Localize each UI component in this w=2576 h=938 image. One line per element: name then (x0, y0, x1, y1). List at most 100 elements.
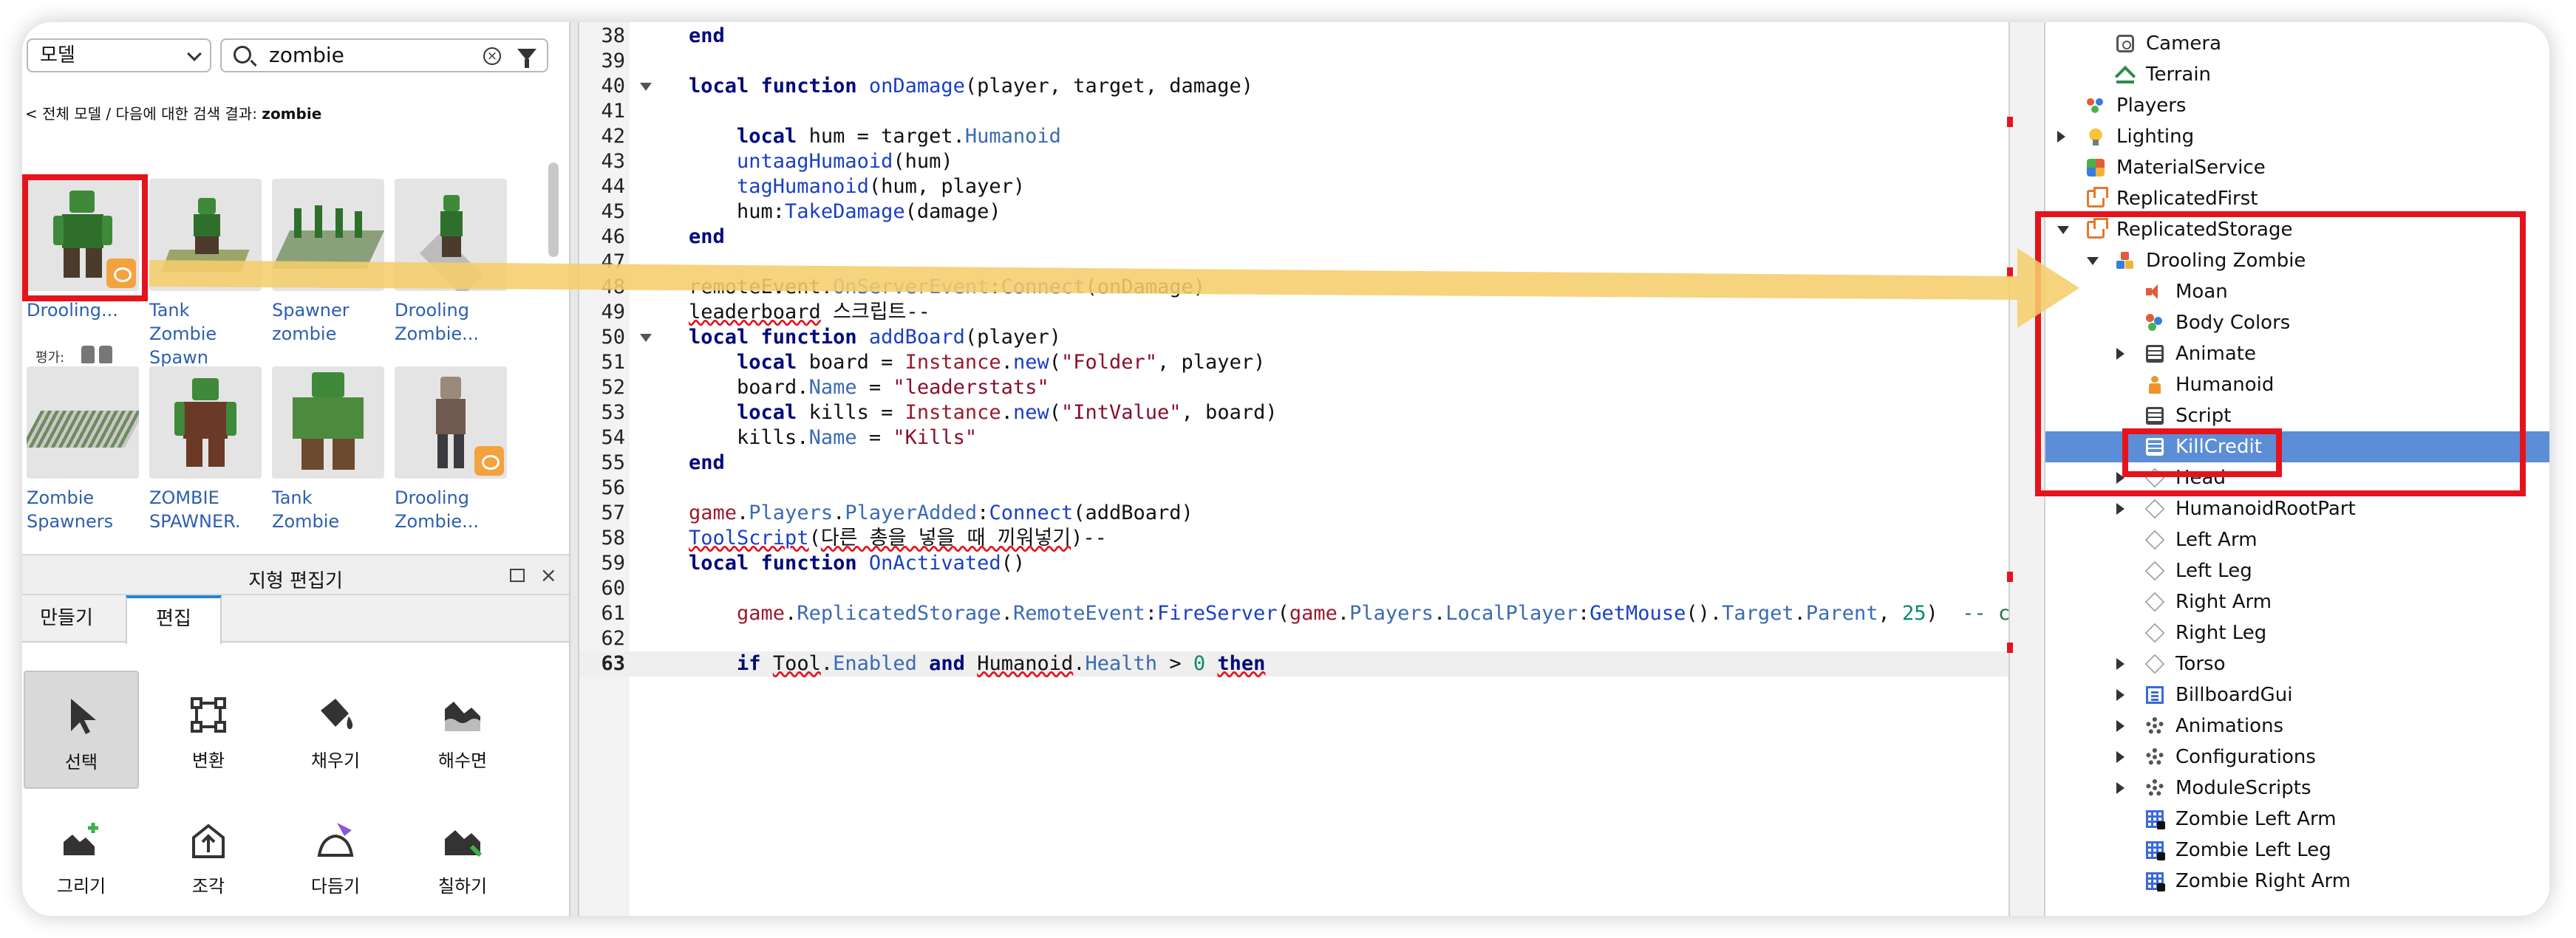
toolbox-item-drooling-zombie-3[interactable]: Drooling Zombie... (395, 366, 507, 533)
code-text[interactable]: end (689, 225, 725, 250)
code-line[interactable]: 54 kills.Name = "Kills" (579, 425, 2044, 451)
item-name[interactable]: Zombie Spawners (27, 486, 139, 533)
item-thumbnail[interactable] (395, 179, 507, 291)
code-text[interactable]: game.ReplicatedStorage.RemoteEvent:FireS… (689, 601, 2010, 626)
explorer-item-animations[interactable]: Animations (2045, 711, 2549, 742)
expand-arrow-right-icon[interactable] (2116, 720, 2124, 732)
explorer-item-right-arm[interactable]: Right Arm (2045, 586, 2549, 617)
explorer-item-modulescripts[interactable]: ModuleScripts (2045, 773, 2549, 804)
tool-smooth[interactable]: 다듬기 (278, 796, 393, 914)
code-text[interactable]: ToolScript(다른 총을 넣을 때 끼워넣기)-- (689, 526, 1107, 551)
toolbox-search-input[interactable]: zombie × (220, 38, 548, 72)
code-line[interactable]: 44 tagHumanoid(hum, player) (579, 174, 2044, 199)
tool-fill[interactable]: 채우기 (278, 671, 393, 789)
code-line[interactable]: 42 local hum = target.Humanoid (579, 124, 2044, 149)
close-icon[interactable]: × (540, 563, 557, 587)
code-text[interactable]: local function addBoard(player) (689, 325, 1061, 350)
fold-toggle-icon[interactable] (640, 83, 652, 91)
code-line[interactable]: 48 remoteEvent.OnServerEvent:Connect(onDa… (579, 275, 2044, 300)
code-line[interactable]: 51 local board = Instance.new("Folder", … (579, 350, 2044, 375)
code-line[interactable]: 62 (579, 626, 2044, 651)
explorer-item-camera[interactable]: Camera (2045, 28, 2549, 59)
code-text[interactable]: game.Players.PlayerAdded:Connect(addBoar… (689, 501, 1193, 526)
code-line[interactable]: 50 local function addBoard(player) (579, 325, 2044, 350)
code-text[interactable]: if Tool.Enabled and Humanoid.Health > 0 … (689, 651, 1265, 677)
clear-search-icon[interactable]: × (483, 47, 501, 65)
expand-arrow-right-icon[interactable] (2116, 658, 2124, 670)
code-line[interactable]: 58 ToolScript(다른 총을 넣을 때 끼워넣기)-- (579, 526, 2044, 551)
expand-arrow-right-icon[interactable] (2116, 689, 2124, 701)
explorer-item-configurations[interactable]: Configurations (2045, 742, 2549, 773)
code-line[interactable]: 53 local kills = Instance.new("IntValue"… (579, 400, 2044, 425)
code-line[interactable]: 46 end (579, 225, 2044, 250)
tab-edit[interactable]: 편집 (126, 595, 222, 644)
item-thumbnail[interactable] (27, 366, 139, 479)
code-line[interactable]: 60 (579, 576, 2044, 601)
expand-arrow-right-icon[interactable] (2116, 503, 2124, 515)
filter-icon[interactable] (517, 49, 536, 68)
expand-arrow-right-icon[interactable] (2116, 782, 2124, 794)
toolbox-item-drooling-zombie-2[interactable]: Drooling Zombie... (395, 179, 507, 346)
item-thumbnail[interactable] (149, 179, 262, 291)
toolbox-item-tank-zombie-spawn[interactable]: Tank Zombie Spawn (149, 179, 262, 369)
explorer-item-zombie-right-arm[interactable]: Zombie Right Arm (2045, 866, 2549, 897)
category-dropdown[interactable]: 모델 (27, 38, 211, 72)
explorer-item-zombie-left-arm[interactable]: Zombie Left Arm (2045, 804, 2549, 835)
code-lines[interactable]: 38 end 39 40 local function onDamage(player,… (579, 24, 2044, 677)
code-line[interactable]: 47 (579, 250, 2044, 275)
code-line[interactable]: 57 game.Players.PlayerAdded:Connect(addBo… (579, 501, 2044, 526)
item-name[interactable]: Tank Zombie Spawn (149, 298, 262, 369)
code-text[interactable]: kills.Name = "Kills" (689, 425, 977, 451)
thumbs-down-icon[interactable] (99, 346, 112, 363)
code-text[interactable]: end (689, 451, 725, 476)
explorer-item-replicatedfirst[interactable]: ReplicatedFirst (2045, 183, 2549, 214)
code-line[interactable]: 39 (579, 49, 2044, 74)
panel-splitter[interactable] (569, 22, 579, 916)
breadcrumb-prefix[interactable]: < 전체 모델 / 다음에 대한 검색 결과: (25, 105, 262, 123)
code-line[interactable]: 41 (579, 99, 2044, 124)
code-text[interactable]: local kills = Instance.new("IntValue", b… (689, 400, 1278, 425)
explorer-item-billboardgui[interactable]: BillboardGui (2045, 679, 2549, 711)
expand-arrow-right-icon[interactable] (2057, 131, 2065, 143)
explorer-item-players[interactable]: Players (2045, 90, 2549, 121)
toolbox-item-tank-zombie[interactable]: Tank Zombie (272, 366, 384, 533)
code-line[interactable]: 43 untaagHumaoid(hum) (579, 149, 2044, 174)
toolbox-item-zombie-spawner-caps[interactable]: ZOMBIE SPAWNER. (149, 366, 262, 533)
code-text[interactable]: remoteEvent.OnServerEvent:Connect(onDama… (689, 275, 1205, 300)
code-line[interactable]: 40 local function onDamage(player, target… (579, 74, 2044, 99)
toolbox-item-zombie-spawners[interactable]: Zombie Spawners (27, 366, 139, 533)
explorer-item-zombie-left-leg[interactable]: Zombie Left Leg (2045, 835, 2549, 866)
code-line[interactable]: 56 (579, 476, 2044, 501)
code-text[interactable]: local hum = target.Humanoid (689, 124, 1061, 149)
rating-thumbs[interactable] (81, 346, 120, 365)
code-line[interactable]: 49 leaderboard 스크립트-- (579, 300, 2044, 325)
explorer-item-left-arm[interactable]: Left Arm (2045, 524, 2549, 555)
expand-arrow-right-icon[interactable] (2116, 751, 2124, 763)
explorer-item-torso[interactable]: Torso (2045, 648, 2549, 679)
item-thumbnail[interactable] (149, 366, 262, 479)
code-line[interactable]: 59 local function OnActivated() (579, 551, 2044, 576)
item-name[interactable]: Drooling... (27, 298, 139, 322)
item-thumbnail[interactable] (272, 179, 384, 291)
code-text[interactable]: local function OnActivated() (689, 551, 1025, 576)
code-text[interactable]: local function onDamage(player, target, … (689, 74, 1253, 99)
item-name[interactable]: Drooling Zombie... (395, 486, 507, 533)
fold-toggle-icon[interactable] (640, 334, 652, 342)
item-name[interactable]: Tank Zombie (272, 486, 384, 533)
tab-create[interactable]: 만들기 (22, 595, 111, 643)
explorer-item-left-leg[interactable]: Left Leg (2045, 555, 2549, 586)
thumbs-up-icon[interactable] (81, 346, 95, 363)
script-editor[interactable]: 38 end 39 40 local function onDamage(player,… (579, 22, 2044, 916)
tool-sculpt[interactable]: 조각 (151, 796, 266, 914)
code-text[interactable]: leaderboard 스크립트-- (689, 300, 930, 325)
code-text[interactable]: tagHumanoid(hum, player) (689, 174, 1025, 199)
tool-draw[interactable]: 그리기 (24, 796, 139, 914)
code-text[interactable]: hum:TakeDamage(damage) (689, 199, 1001, 225)
tool-select[interactable]: 선택 (24, 671, 139, 789)
tool-paint[interactable]: 칠하기 (405, 796, 520, 914)
explorer-item-materialservice[interactable]: MaterialService (2045, 152, 2549, 183)
code-line[interactable]: 45 hum:TakeDamage(damage) (579, 199, 2044, 225)
item-name[interactable]: Drooling Zombie... (395, 298, 507, 346)
explorer-item-lighting[interactable]: Lighting (2045, 121, 2549, 152)
code-text[interactable]: untaagHumaoid(hum) (689, 149, 953, 174)
